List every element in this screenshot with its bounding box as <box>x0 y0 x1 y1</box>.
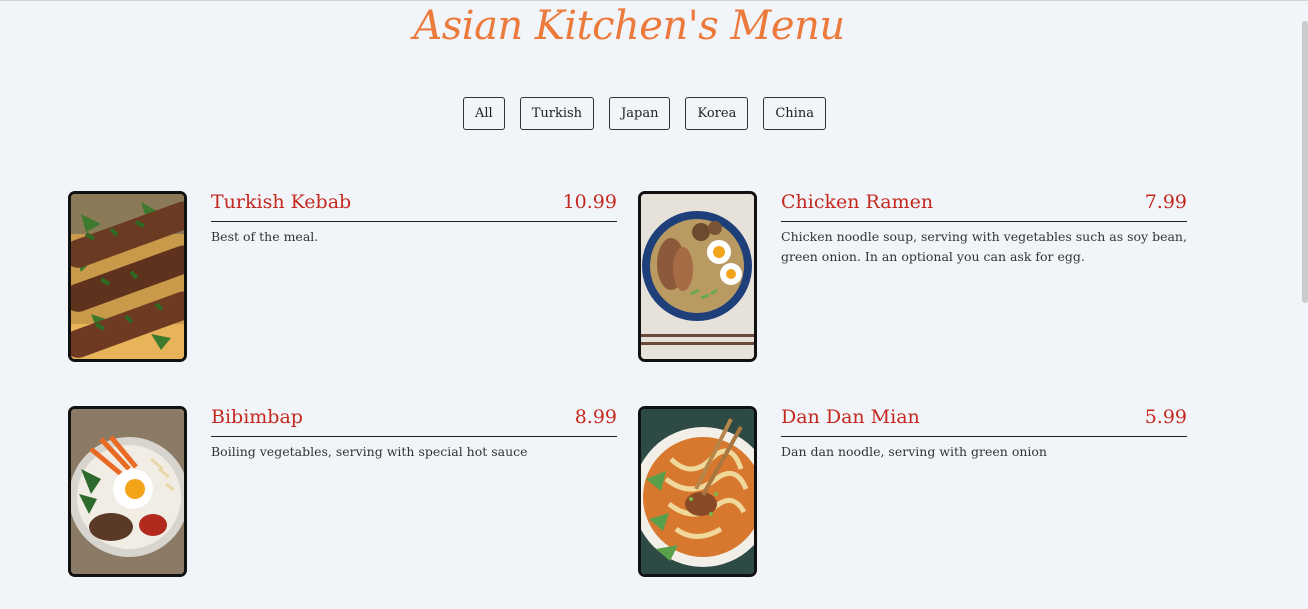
category-filters: All Turkish Japan Korea China <box>463 97 826 130</box>
menu-item-price: 8.99 <box>574 406 617 428</box>
menu-item-header: Bibimbap 8.99 <box>211 406 617 437</box>
bibimbap-photo <box>68 406 187 577</box>
filter-all-button[interactable]: All <box>463 97 505 130</box>
menu-item-info: Chicken Ramen 7.99 Chicken noodle soup, … <box>781 191 1187 267</box>
menu-item-info: Dan Dan Mian 5.99 Dan dan noodle, servin… <box>781 406 1187 462</box>
kebab-photo <box>68 191 187 362</box>
filter-china-button[interactable]: China <box>763 97 826 130</box>
menu-item-header: Dan Dan Mian 5.99 <box>781 406 1187 437</box>
page: Asian Kitchen's Menu All Turkish Japan K… <box>0 0 1308 609</box>
filter-turkish-button[interactable]: Turkish <box>519 97 595 130</box>
menu-item-price: 5.99 <box>1144 406 1187 428</box>
ramen-photo <box>638 191 757 362</box>
menu-item-description: Chicken noodle soup, serving with vegeta… <box>781 229 1187 264</box>
menu-item-price: 7.99 <box>1144 191 1187 213</box>
menu-item-name: Bibimbap <box>211 406 303 428</box>
filter-korea-button[interactable]: Korea <box>685 97 749 130</box>
menu-item-dan-dan-mian: Dan Dan Mian 5.99 Dan dan noodle, servin… <box>638 406 1188 581</box>
menu-item-description: Best of the meal. <box>211 229 319 244</box>
menu-item-header: Turkish Kebab 10.99 <box>211 191 617 222</box>
menu-item-chicken-ramen: Chicken Ramen 7.99 Chicken noodle soup, … <box>638 191 1188 366</box>
page-title: Asian Kitchen's Menu <box>413 3 845 49</box>
menu-item-description: Boiling vegetables, serving with special… <box>211 444 528 459</box>
menu-item-name: Dan Dan Mian <box>781 406 920 428</box>
scrollbar[interactable] <box>1302 21 1308 303</box>
menu-item-bibimbap: Bibimbap 8.99 Boiling vegetables, servin… <box>68 406 618 581</box>
menu-item-name: Turkish Kebab <box>211 191 352 213</box>
filter-japan-button[interactable]: Japan <box>609 97 671 130</box>
menu-item-header: Chicken Ramen 7.99 <box>781 191 1187 222</box>
menu-item-turkish-kebab: Turkish Kebab 10.99 Best of the meal. <box>68 191 618 366</box>
menu-item-description: Dan dan noodle, serving with green onion <box>781 444 1047 459</box>
menu-item-info: Bibimbap 8.99 Boiling vegetables, servin… <box>211 406 617 462</box>
menu-item-price: 10.99 <box>562 191 617 213</box>
noodle-photo <box>638 406 757 577</box>
menu-item-info: Turkish Kebab 10.99 Best of the meal. <box>211 191 617 247</box>
menu-item-name: Chicken Ramen <box>781 191 934 213</box>
